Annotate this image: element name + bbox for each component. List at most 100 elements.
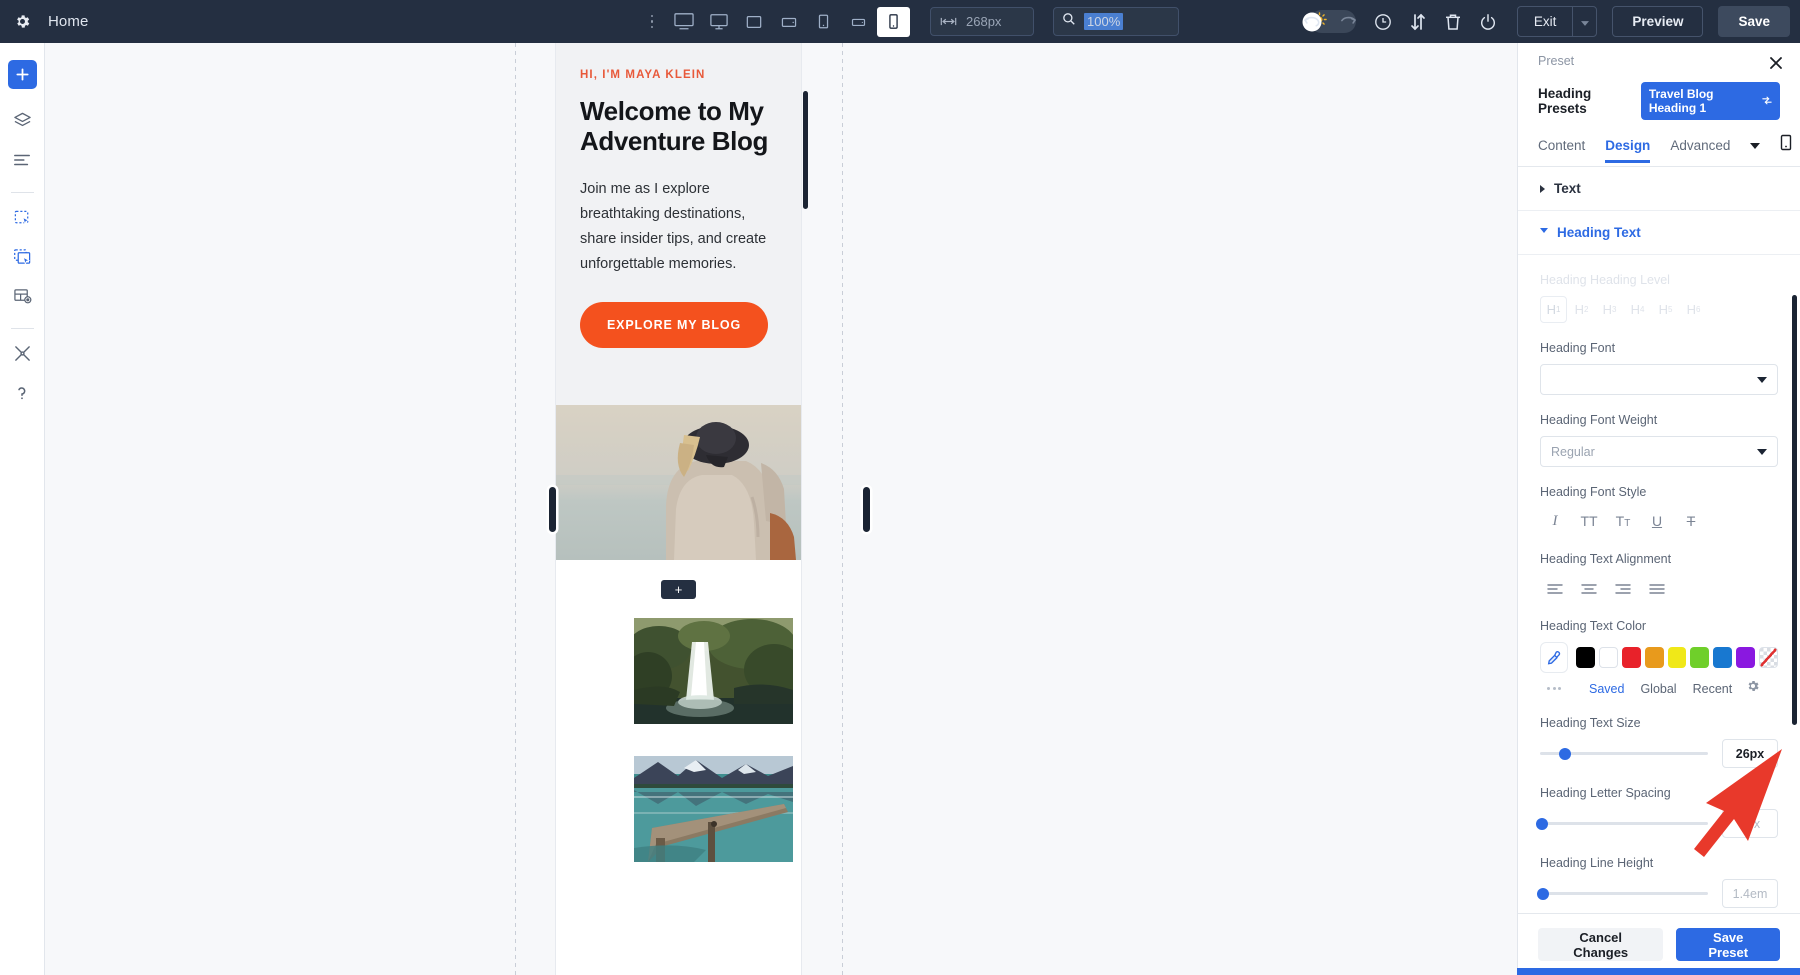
sidebar-item-list[interactable] bbox=[5, 145, 39, 179]
redo-icon[interactable] bbox=[1332, 6, 1364, 38]
cancel-changes-button[interactable]: Cancel Changes bbox=[1538, 928, 1663, 961]
panel-scrollbar[interactable] bbox=[1792, 295, 1797, 725]
zoom-value: 100% bbox=[1084, 13, 1123, 30]
add-element-button[interactable] bbox=[8, 60, 37, 89]
swatch-yellow[interactable] bbox=[1668, 647, 1687, 668]
swatch-orange[interactable] bbox=[1645, 647, 1664, 668]
question-icon bbox=[13, 384, 31, 407]
preset-chip-label: Travel Blog Heading 1 bbox=[1649, 87, 1757, 115]
more-dots-icon[interactable] bbox=[645, 11, 659, 33]
close-icon[interactable] bbox=[1766, 53, 1786, 73]
panel-body[interactable]: Text Heading Text Heading Heading Level … bbox=[1518, 167, 1800, 913]
save-preset-button[interactable]: Save Preset bbox=[1676, 928, 1780, 961]
uppercase-icon[interactable]: TT bbox=[1574, 508, 1604, 534]
trash-icon[interactable] bbox=[1437, 6, 1469, 38]
heading-letter-spacing-label: Heading Letter Spacing bbox=[1540, 786, 1778, 800]
breadcrumb-home[interactable]: Home bbox=[48, 13, 88, 30]
sidebar-item-help[interactable] bbox=[5, 378, 39, 412]
align-left-icon[interactable] bbox=[1540, 575, 1570, 601]
more-dots-icon[interactable] bbox=[1540, 687, 1575, 690]
device-laptop[interactable] bbox=[737, 7, 770, 37]
swatch-green[interactable] bbox=[1690, 647, 1709, 668]
swatch-blue[interactable] bbox=[1713, 647, 1732, 668]
heading-font-select[interactable] bbox=[1540, 364, 1778, 395]
eyedropper-icon[interactable] bbox=[1540, 642, 1568, 673]
device-phone-landscape[interactable] bbox=[842, 7, 875, 37]
sidebar-item-select-element[interactable] bbox=[5, 203, 39, 237]
heading-color-label: Heading Text Color bbox=[1540, 619, 1778, 633]
heading-text-size-input[interactable]: 26px bbox=[1722, 739, 1778, 768]
heading-letter-spacing-slider[interactable] bbox=[1540, 822, 1708, 825]
color-tab-global[interactable]: Global bbox=[1640, 682, 1676, 696]
hero-paragraph[interactable]: Join me as I explore breathtaking destin… bbox=[580, 177, 777, 277]
slider-knob[interactable] bbox=[1536, 818, 1548, 830]
canvas-width-field[interactable]: 268px bbox=[930, 7, 1034, 36]
swatch-black[interactable] bbox=[1576, 647, 1595, 668]
sidebar-item-select-section[interactable] bbox=[5, 242, 39, 276]
device-tablet-portrait[interactable] bbox=[807, 7, 840, 37]
zoom-field[interactable]: 100% bbox=[1053, 7, 1179, 36]
hero-section[interactable]: HI, I'M MAYA KLEIN Welcome to My Adventu… bbox=[556, 43, 801, 405]
heading-line-height-slider[interactable] bbox=[1540, 892, 1708, 895]
device-preview-frame[interactable]: HI, I'M MAYA KLEIN Welcome to My Adventu… bbox=[556, 43, 801, 975]
smallcaps-icon[interactable]: TT bbox=[1608, 508, 1638, 534]
device-tablet-landscape[interactable] bbox=[772, 7, 805, 37]
heading-font-weight-select[interactable]: Regular bbox=[1540, 436, 1778, 467]
align-center-icon[interactable] bbox=[1574, 575, 1604, 601]
swatch-transparent[interactable] bbox=[1759, 647, 1778, 668]
heading-level-options: H1 H2 H3 H4 H5 H6 bbox=[1540, 296, 1778, 323]
device-desktop[interactable] bbox=[702, 7, 735, 37]
exit-button[interactable]: Exit bbox=[1517, 6, 1573, 37]
strikethrough-icon[interactable]: T bbox=[1676, 508, 1706, 534]
canvas-area[interactable]: HI, I'M MAYA KLEIN Welcome to My Adventu… bbox=[45, 43, 1517, 975]
italic-icon[interactable]: I bbox=[1540, 508, 1570, 534]
heading-color-field: Heading Text Color bbox=[1518, 619, 1800, 698]
align-justify-icon[interactable] bbox=[1642, 575, 1672, 601]
chevron-down-icon[interactable] bbox=[1750, 136, 1760, 164]
clock-icon[interactable] bbox=[1367, 6, 1399, 38]
device-phone-portrait[interactable] bbox=[877, 7, 910, 37]
sidebar-item-layers[interactable] bbox=[5, 106, 39, 140]
heading-level-h6: H6 bbox=[1680, 296, 1707, 323]
arrows-updown-icon[interactable] bbox=[1402, 6, 1434, 38]
phone-icon[interactable] bbox=[1780, 134, 1792, 166]
tab-design[interactable]: Design bbox=[1605, 138, 1650, 163]
canvas-scrollbar[interactable] bbox=[803, 91, 808, 209]
align-right-icon[interactable] bbox=[1608, 575, 1638, 601]
underline-icon[interactable]: U bbox=[1642, 508, 1672, 534]
preset-chip[interactable]: Travel Blog Heading 1 bbox=[1641, 82, 1780, 120]
heading-letter-spacing-input[interactable]: 0px bbox=[1722, 809, 1778, 838]
color-tab-saved[interactable]: Saved bbox=[1589, 682, 1624, 696]
tab-advanced[interactable]: Advanced bbox=[1670, 138, 1730, 163]
resize-handle-left[interactable] bbox=[549, 487, 556, 532]
gallery-image-waterfall[interactable] bbox=[634, 618, 793, 724]
device-desktop-large[interactable] bbox=[667, 7, 700, 37]
resize-handle-right[interactable] bbox=[863, 487, 870, 532]
hero-image-traveler[interactable] bbox=[556, 405, 801, 560]
swatch-white[interactable] bbox=[1599, 647, 1618, 668]
swatch-red[interactable] bbox=[1622, 647, 1641, 668]
hero-eyebrow[interactable]: HI, I'M MAYA KLEIN bbox=[580, 69, 777, 81]
slider-knob[interactable] bbox=[1559, 748, 1571, 760]
heading-text-size-slider[interactable] bbox=[1540, 752, 1708, 755]
sidebar-item-templates[interactable] bbox=[5, 281, 39, 315]
slider-knob[interactable] bbox=[1537, 888, 1549, 900]
gear-icon[interactable] bbox=[1746, 679, 1760, 698]
exit-dropdown-caret[interactable] bbox=[1572, 6, 1597, 37]
section-text[interactable]: Text bbox=[1518, 167, 1800, 211]
undo-icon[interactable] bbox=[1297, 6, 1329, 38]
gear-icon[interactable] bbox=[10, 10, 34, 34]
explore-my-blog-button[interactable]: EXPLORE MY BLOG bbox=[580, 302, 768, 348]
tab-content[interactable]: Content bbox=[1538, 138, 1585, 163]
page-title[interactable]: Welcome to My Adventure Blog bbox=[580, 96, 777, 156]
gallery-image-lake-dock[interactable] bbox=[634, 756, 793, 862]
add-section-button[interactable]: + bbox=[661, 580, 696, 599]
power-icon[interactable] bbox=[1472, 6, 1504, 38]
save-button[interactable]: Save bbox=[1718, 6, 1790, 37]
preview-button[interactable]: Preview bbox=[1612, 6, 1703, 37]
color-tab-recent[interactable]: Recent bbox=[1693, 682, 1733, 696]
section-heading-text[interactable]: Heading Text bbox=[1518, 211, 1800, 255]
heading-line-height-input[interactable]: 1.4em bbox=[1722, 879, 1778, 908]
sidebar-item-tools[interactable] bbox=[5, 339, 39, 373]
swatch-purple[interactable] bbox=[1736, 647, 1755, 668]
